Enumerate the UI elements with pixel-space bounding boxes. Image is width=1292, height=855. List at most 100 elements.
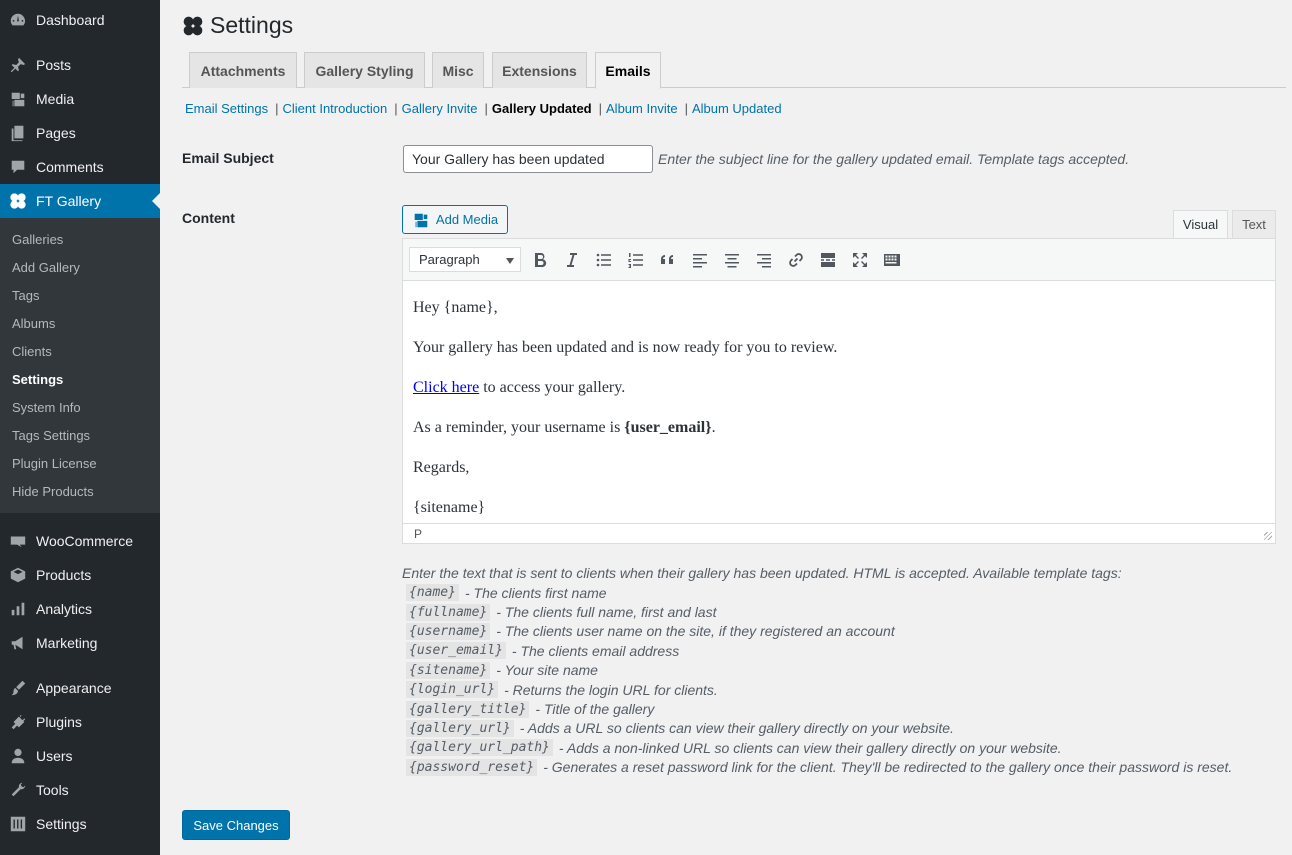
menu-item-marketing[interactable]: Marketing [0,626,160,660]
element-path[interactable]: P [414,527,422,541]
subnav-album-updated[interactable]: Album Updated [692,101,782,116]
menu-item-dashboard[interactable]: Dashboard [0,3,160,37]
read-more-icon[interactable] [816,248,840,272]
menu-item-users[interactable]: Users [0,739,160,773]
menu-item-settings[interactable]: Settings [0,807,160,841]
format-select[interactable]: Paragraph [409,247,521,272]
tab-attachments[interactable]: Attachments [189,52,297,88]
save-changes-button[interactable]: Save Changes [182,810,290,840]
menu-item-label: Appearance [36,680,112,696]
bold-icon[interactable] [528,248,552,272]
settings-tabs: Attachments Gallery Styling Misc Extensi… [182,52,1286,89]
users-icon [8,746,28,766]
email-subject-input[interactable] [403,145,653,173]
ft-gallery-icon [8,191,28,211]
editor-greeting: Hey {name}, [413,299,498,316]
content-editor: Paragraph Hey {name}, Your gallery has b… [402,238,1276,544]
email-subject-label: Email Subject [182,150,274,166]
menu-item-label: Tools [36,782,69,798]
tab-gallery-styling[interactable]: Gallery Styling [304,52,425,88]
media-icon [8,89,28,109]
editor-toolbar: Paragraph [403,239,1275,281]
menu-item-label: WooCommerce [36,533,133,549]
template-tag-code: {password_reset} [406,758,538,776]
template-tag-desc: - Generates a reset password link for th… [543,759,1233,776]
submenu-item-add-gallery[interactable]: Add Gallery [12,260,80,275]
template-tag-code: {gallery_url_path} [406,739,553,757]
template-tag-item: {user_email} - The clients email address [406,641,1232,660]
menu-item-analytics[interactable]: Analytics [0,592,160,626]
template-tag-item: {name} - The clients first name [406,583,1232,602]
subnav-album-invite[interactable]: Album Invite [606,101,678,116]
editor-line-link: Click here to access your gallery. [413,379,625,397]
submenu-item-hide-products[interactable]: Hide Products [12,484,94,499]
align-center-icon[interactable] [720,248,744,272]
menu-item-posts[interactable]: Posts [0,48,160,82]
submenu-item-system-info[interactable]: System Info [12,400,81,415]
template-tag-code: {name} [406,584,459,602]
menu-item-pages[interactable]: Pages [0,116,160,150]
menu-item-appearance[interactable]: Appearance [0,671,160,705]
submenu-item-galleries[interactable]: Galleries [12,232,63,247]
fullscreen-icon[interactable] [848,248,872,272]
editor-line-reminder: As a reminder, your username is {user_em… [413,419,716,437]
comments-icon [8,157,28,177]
woocommerce-icon [8,531,28,551]
submenu-item-settings[interactable]: Settings [12,372,63,387]
menu-item-label: Settings [36,816,87,832]
click-here-link[interactable]: Click here [413,379,479,396]
text-mode-tab[interactable]: Text [1232,210,1276,239]
subnav-client-introduction[interactable]: Client Introduction [282,101,387,116]
menu-item-plugins[interactable]: Plugins [0,705,160,739]
visual-mode-tab[interactable]: Visual [1173,210,1228,239]
submenu-item-tags[interactable]: Tags [12,288,39,303]
blockquote-icon[interactable] [656,248,680,272]
italic-icon[interactable] [560,248,584,272]
menu-item-ft-gallery[interactable]: FT Gallery [0,184,160,218]
menu-item-label: Dashboard [36,12,105,28]
align-right-icon[interactable] [752,248,776,272]
tab-misc[interactable]: Misc [432,52,484,88]
template-tag-desc: - Title of the gallery [535,701,655,718]
menu-item-products[interactable]: Products [0,558,160,592]
menu-item-media[interactable]: Media [0,82,160,116]
subnav-email-settings[interactable]: Email Settings [185,101,268,116]
editor-link-rest: to access your gallery. [479,379,626,396]
subnav-gallery-invite[interactable]: Gallery Invite [402,101,478,116]
bullet-list-icon[interactable] [592,248,616,272]
align-left-icon[interactable] [688,248,712,272]
template-tag-desc: - Adds a URL so clients can view their g… [519,720,954,737]
submenu-item-clients[interactable]: Clients [12,344,52,359]
resize-handle-icon[interactable] [1264,532,1272,540]
submenu-item-tags-settings[interactable]: Tags Settings [12,428,90,443]
subnav-separator: | [598,101,603,116]
content-label: Content [182,210,235,226]
menu-item-tools[interactable]: Tools [0,773,160,807]
numbered-list-icon[interactable] [624,248,648,272]
template-tag-desc: - Adds a non-linked URL so clients can v… [558,739,1062,756]
tab-emails[interactable]: Emails [595,52,661,89]
menu-item-label: Products [36,567,92,583]
tab-extensions[interactable]: Extensions [492,52,587,88]
template-tag-item: {gallery_url_path} - Adds a non-linked UR… [406,738,1232,757]
subnav-separator: | [275,101,279,116]
menu-item-woocommerce[interactable]: WooCommerce [0,524,160,558]
submenu-item-albums[interactable]: Albums [12,316,55,331]
template-tag-desc: - The clients full name, first and last [496,604,717,621]
products-icon [8,565,28,585]
editor-regards: Regards, [413,459,470,476]
toolbar-toggle-icon[interactable] [880,248,904,272]
template-tag-item: {login_url} - Returns the login URL for c… [406,680,1232,699]
template-tag-desc: - The clients email address [511,642,680,659]
editor-content-area[interactable]: Hey {name}, Your gallery has been update… [403,282,1275,523]
editor-statusbar: P [403,523,1275,543]
appearance-icon [8,678,28,698]
submenu-item-plugin-license[interactable]: Plugin License [12,456,97,471]
format-select-value: Paragraph [419,252,480,267]
link-icon[interactable] [784,248,808,272]
editor-line-updated: Your gallery has been updated and is now… [413,339,838,356]
editor-reminder-end: . [711,419,716,436]
menu-item-comments[interactable]: Comments [0,150,160,184]
template-tag-item: {password_reset} - Generates a reset pass… [406,758,1232,777]
add-media-button[interactable]: Add Media [402,205,508,234]
